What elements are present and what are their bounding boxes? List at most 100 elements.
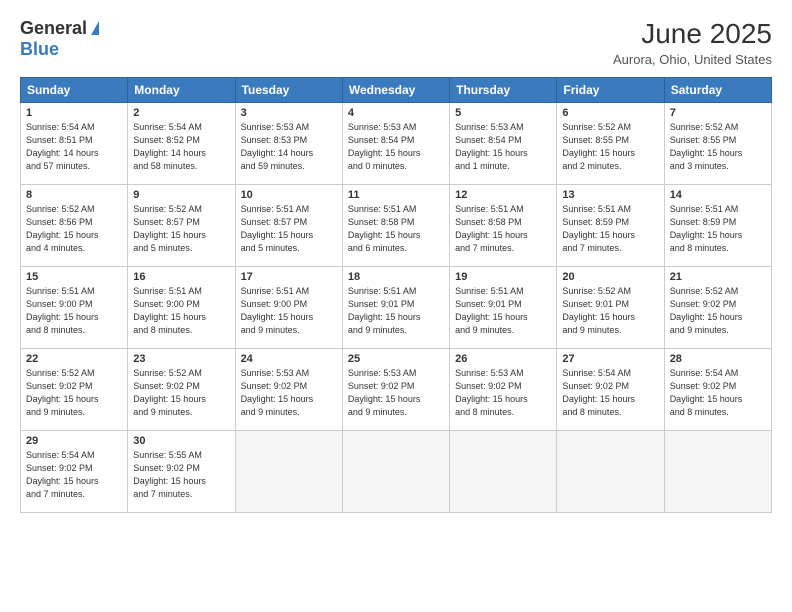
location: Aurora, Ohio, United States xyxy=(613,52,772,67)
day-number: 9 xyxy=(133,189,229,201)
table-row: 25Sunrise: 5:53 AM Sunset: 9:02 PM Dayli… xyxy=(342,349,449,431)
table-row: 27 Sunrise: 5:54 AM Sunset: 9:02 PM Dayli… xyxy=(557,349,664,431)
day-info: Sunrise: 5:52 AM Sunset: 8:56 PM Dayligh… xyxy=(26,203,122,255)
day-number: 16 xyxy=(133,271,229,283)
day-info: Sunrise: 5:51 AM Sunset: 8:57 PM Dayligh… xyxy=(241,203,337,255)
day-info: Sunrise: 5:53 AM Sunset: 9:02 PM Dayligh… xyxy=(455,367,551,419)
day-info: Sunrise: 5:54 AM Sunset: 8:52 PM Dayligh… xyxy=(133,121,229,173)
day-number: 12 xyxy=(455,189,551,201)
day-info: Sunrise: 5:52 AM Sunset: 9:02 PM Dayligh… xyxy=(26,367,122,419)
day-number: 23 xyxy=(133,353,229,365)
day-info: Sunrise: 5:54 AM Sunset: 9:02 PM Dayligh… xyxy=(670,367,766,419)
day-info: Sunrise: 5:54 AM Sunset: 8:51 PM Dayligh… xyxy=(26,121,122,173)
calendar-row: 15 Sunrise: 5:51 AM Sunset: 9:00 PM Dayli… xyxy=(21,267,772,349)
table-row: 29 Sunrise: 5:54 AM Sunset: 9:02 PM Dayli… xyxy=(21,431,128,513)
table-row: 8 Sunrise: 5:52 AM Sunset: 8:56 PM Daylig… xyxy=(21,185,128,267)
calendar-row: 8 Sunrise: 5:52 AM Sunset: 8:56 PM Daylig… xyxy=(21,185,772,267)
table-row: 12 Sunrise: 5:51 AM Sunset: 8:58 PM Dayli… xyxy=(450,185,557,267)
logo-icon xyxy=(91,21,99,35)
table-row: 10 Sunrise: 5:51 AM Sunset: 8:57 PM Dayli… xyxy=(235,185,342,267)
table-row: 6Sunrise: 5:52 AM Sunset: 8:55 PM Daylig… xyxy=(557,103,664,185)
day-info: Sunrise: 5:51 AM Sunset: 9:00 PM Dayligh… xyxy=(241,285,337,337)
day-number: 14 xyxy=(670,189,766,201)
table-row: 7 Sunrise: 5:52 AM Sunset: 8:55 PM Daylig… xyxy=(664,103,771,185)
table-row: 3Sunrise: 5:53 AM Sunset: 8:53 PM Daylig… xyxy=(235,103,342,185)
day-number: 30 xyxy=(133,435,229,447)
day-info: Sunrise: 5:51 AM Sunset: 8:59 PM Dayligh… xyxy=(670,203,766,255)
table-row: 24 Sunrise: 5:53 AM Sunset: 9:02 PM Dayli… xyxy=(235,349,342,431)
calendar-row: 22 Sunrise: 5:52 AM Sunset: 9:02 PM Dayli… xyxy=(21,349,772,431)
col-thursday: Thursday xyxy=(450,78,557,103)
day-info: Sunrise: 5:51 AM Sunset: 9:00 PM Dayligh… xyxy=(26,285,122,337)
day-number: 7 xyxy=(670,107,766,119)
table-row: 17Sunrise: 5:51 AM Sunset: 9:00 PM Dayli… xyxy=(235,267,342,349)
logo: General Blue xyxy=(20,18,99,60)
day-info: Sunrise: 5:55 AM Sunset: 9:02 PM Dayligh… xyxy=(133,449,229,501)
table-row: 28 Sunrise: 5:54 AM Sunset: 9:02 PM Dayli… xyxy=(664,349,771,431)
table-row xyxy=(235,431,342,513)
title-block: June 2025 Aurora, Ohio, United States xyxy=(613,18,772,67)
day-info: Sunrise: 5:51 AM Sunset: 9:01 PM Dayligh… xyxy=(348,285,444,337)
day-number: 10 xyxy=(241,189,337,201)
day-info: Sunrise: 5:54 AM Sunset: 9:02 PM Dayligh… xyxy=(562,367,658,419)
logo-blue: Blue xyxy=(20,39,59,60)
table-row: 1 Sunrise: 5:54 AM Sunset: 8:51 PM Daylig… xyxy=(21,103,128,185)
day-info: Sunrise: 5:52 AM Sunset: 8:57 PM Dayligh… xyxy=(133,203,229,255)
table-row: 5Sunrise: 5:53 AM Sunset: 8:54 PM Daylig… xyxy=(450,103,557,185)
table-row: 19 Sunrise: 5:51 AM Sunset: 9:01 PM Dayli… xyxy=(450,267,557,349)
calendar-row: 29 Sunrise: 5:54 AM Sunset: 9:02 PM Dayli… xyxy=(21,431,772,513)
col-sunday: Sunday xyxy=(21,78,128,103)
calendar-header-row: Sunday Monday Tuesday Wednesday Thursday… xyxy=(21,78,772,103)
day-info: Sunrise: 5:53 AM Sunset: 9:02 PM Dayligh… xyxy=(348,367,444,419)
day-number: 21 xyxy=(670,271,766,283)
day-number: 6 xyxy=(562,107,658,119)
day-number: 20 xyxy=(562,271,658,283)
day-info: Sunrise: 5:53 AM Sunset: 8:53 PM Dayligh… xyxy=(241,121,337,173)
table-row: 18Sunrise: 5:51 AM Sunset: 9:01 PM Dayli… xyxy=(342,267,449,349)
day-info: Sunrise: 5:52 AM Sunset: 9:01 PM Dayligh… xyxy=(562,285,658,337)
table-row: 21 Sunrise: 5:52 AM Sunset: 9:02 PM Dayli… xyxy=(664,267,771,349)
day-info: Sunrise: 5:53 AM Sunset: 8:54 PM Dayligh… xyxy=(455,121,551,173)
day-info: Sunrise: 5:52 AM Sunset: 9:02 PM Dayligh… xyxy=(670,285,766,337)
table-row: 30 Sunrise: 5:55 AM Sunset: 9:02 PM Dayli… xyxy=(128,431,235,513)
day-info: Sunrise: 5:51 AM Sunset: 8:58 PM Dayligh… xyxy=(348,203,444,255)
day-number: 28 xyxy=(670,353,766,365)
table-row xyxy=(664,431,771,513)
day-info: Sunrise: 5:54 AM Sunset: 9:02 PM Dayligh… xyxy=(26,449,122,501)
table-row: 20 Sunrise: 5:52 AM Sunset: 9:01 PM Dayli… xyxy=(557,267,664,349)
day-number: 22 xyxy=(26,353,122,365)
day-info: Sunrise: 5:51 AM Sunset: 9:01 PM Dayligh… xyxy=(455,285,551,337)
table-row: 26Sunrise: 5:53 AM Sunset: 9:02 PM Dayli… xyxy=(450,349,557,431)
day-info: Sunrise: 5:51 AM Sunset: 8:58 PM Dayligh… xyxy=(455,203,551,255)
table-row: 4 Sunrise: 5:53 AM Sunset: 8:54 PM Daylig… xyxy=(342,103,449,185)
day-info: Sunrise: 5:52 AM Sunset: 9:02 PM Dayligh… xyxy=(133,367,229,419)
col-wednesday: Wednesday xyxy=(342,78,449,103)
day-info: Sunrise: 5:53 AM Sunset: 8:54 PM Dayligh… xyxy=(348,121,444,173)
col-friday: Friday xyxy=(557,78,664,103)
page: General Blue June 2025 Aurora, Ohio, Uni… xyxy=(0,0,792,612)
table-row: 22 Sunrise: 5:52 AM Sunset: 9:02 PM Dayli… xyxy=(21,349,128,431)
day-number: 1 xyxy=(26,107,122,119)
day-number: 2 xyxy=(133,107,229,119)
day-number: 19 xyxy=(455,271,551,283)
table-row xyxy=(450,431,557,513)
table-row xyxy=(557,431,664,513)
table-row: 2 Sunrise: 5:54 AM Sunset: 8:52 PM Daylig… xyxy=(128,103,235,185)
table-row: 15 Sunrise: 5:51 AM Sunset: 9:00 PM Dayli… xyxy=(21,267,128,349)
table-row: 16Sunrise: 5:51 AM Sunset: 9:00 PM Dayli… xyxy=(128,267,235,349)
table-row: 23 Sunrise: 5:52 AM Sunset: 9:02 PM Dayli… xyxy=(128,349,235,431)
day-info: Sunrise: 5:52 AM Sunset: 8:55 PM Dayligh… xyxy=(670,121,766,173)
calendar: Sunday Monday Tuesday Wednesday Thursday… xyxy=(20,77,772,513)
day-number: 4 xyxy=(348,107,444,119)
calendar-row: 1 Sunrise: 5:54 AM Sunset: 8:51 PM Daylig… xyxy=(21,103,772,185)
day-info: Sunrise: 5:53 AM Sunset: 9:02 PM Dayligh… xyxy=(241,367,337,419)
day-number: 15 xyxy=(26,271,122,283)
day-info: Sunrise: 5:51 AM Sunset: 8:59 PM Dayligh… xyxy=(562,203,658,255)
day-number: 8 xyxy=(26,189,122,201)
day-number: 27 xyxy=(562,353,658,365)
day-number: 24 xyxy=(241,353,337,365)
header: General Blue June 2025 Aurora, Ohio, Uni… xyxy=(20,18,772,67)
table-row: 13Sunrise: 5:51 AM Sunset: 8:59 PM Dayli… xyxy=(557,185,664,267)
col-saturday: Saturday xyxy=(664,78,771,103)
day-number: 29 xyxy=(26,435,122,447)
